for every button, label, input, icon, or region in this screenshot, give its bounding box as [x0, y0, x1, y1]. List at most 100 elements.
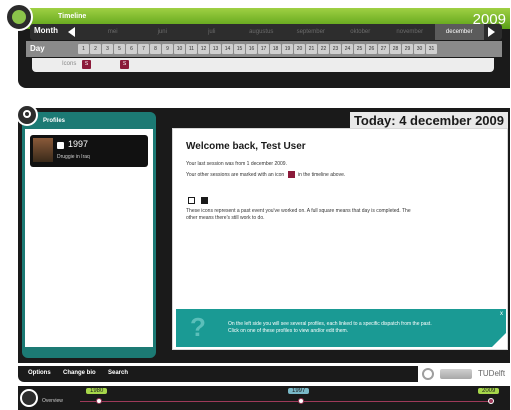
day-item[interactable]: 29 — [402, 44, 413, 54]
day-item[interactable]: 30 — [414, 44, 425, 54]
month-item[interactable]: november — [385, 24, 435, 40]
other-sessions-text-b: in the timeline above. — [297, 171, 346, 178]
profiles-title: Profiles — [43, 118, 66, 124]
day-item[interactable]: 9 — [162, 44, 173, 54]
profile-card[interactable]: 1997 Druggie in Iraq — [30, 135, 148, 167]
other-sessions-text: Your other sessions are marked with an i… — [186, 171, 345, 178]
today-header: Today: 4 december 2009 — [349, 112, 508, 129]
overview-marker[interactable] — [298, 398, 304, 404]
month-item-active[interactable]: december — [434, 24, 484, 40]
help-note-line-2: Click on one of these profiles to view a… — [228, 328, 349, 334]
day-item[interactable]: 13 — [210, 44, 221, 54]
icons-explain-2: other means there's still work to do. — [186, 215, 265, 221]
bottom-toolbar: Options Change bio Search TUDelft — [18, 366, 510, 382]
overview-marker-current[interactable] — [488, 398, 494, 404]
month-item[interactable]: juni — [138, 24, 188, 40]
day-item[interactable]: 2 — [90, 44, 101, 54]
profile-subtitle: Druggie in Iraq — [57, 154, 90, 160]
day-item[interactable]: 8 — [150, 44, 161, 54]
prev-month-arrow-icon[interactable] — [68, 27, 75, 37]
day-list: 1234567891011121314151617181920212223242… — [78, 44, 437, 168]
event-icons-pair — [186, 197, 210, 204]
day-item[interactable]: 18 — [270, 44, 281, 54]
session-icon[interactable]: S — [82, 60, 91, 69]
month-row: Month mei juni juli augustus september o… — [30, 24, 502, 40]
session-icon — [287, 171, 295, 178]
day-item[interactable]: 5 — [114, 44, 125, 54]
day-item[interactable]: 23 — [330, 44, 341, 54]
toolbar-logos: TUDelft — [418, 366, 510, 382]
day-item[interactable]: 31 — [426, 44, 437, 54]
month-item[interactable]: oktober — [336, 24, 386, 40]
overview-tag-2009[interactable]: 2009 — [478, 388, 500, 394]
overview-icon[interactable] — [20, 389, 38, 407]
session-icon[interactable]: S — [120, 60, 129, 69]
day-item[interactable]: 10 — [174, 44, 185, 54]
day-item[interactable]: 7 — [138, 44, 149, 54]
day-item[interactable]: 20 — [294, 44, 305, 54]
day-item[interactable]: 25 — [354, 44, 365, 54]
overview-line — [80, 401, 492, 402]
timeline-logo-icon — [5, 3, 33, 31]
profiles-header: Profiles — [25, 115, 153, 129]
search-button[interactable]: Search — [108, 370, 128, 376]
month-item[interactable]: mei — [88, 24, 138, 40]
day-item[interactable]: 12 — [198, 44, 209, 54]
profile-avatar-icon — [16, 104, 38, 126]
overview-bar: Overview 1980 1997 2009 — [18, 386, 510, 410]
overview-marker[interactable] — [96, 398, 102, 404]
profile-photo — [33, 138, 53, 162]
change-bio-button[interactable]: Change bio — [63, 370, 96, 376]
question-mark-icon: ? — [190, 312, 206, 342]
month-list: mei juni juli augustus september oktober… — [88, 24, 484, 40]
close-icon[interactable]: x — [500, 311, 503, 317]
day-item[interactable]: 3 — [102, 44, 113, 54]
month-item[interactable]: augustus — [237, 24, 287, 40]
profile-check-icon — [57, 142, 64, 149]
icons-label: Icons — [62, 61, 77, 67]
overview-tag-1980[interactable]: 1980 — [86, 388, 108, 394]
app-root: Timeline 2009 Month mei juni juli august… — [0, 0, 511, 410]
overview-tag-1997[interactable]: 1997 — [288, 388, 310, 394]
day-item[interactable]: 27 — [378, 44, 389, 54]
day-item[interactable]: 16 — [246, 44, 257, 54]
welcome-title: Welcome back, Test User — [186, 141, 306, 152]
help-note-text: On the left side you will see several pr… — [228, 321, 432, 335]
day-item[interactable]: 21 — [306, 44, 317, 54]
day-item[interactable]: 11 — [186, 44, 197, 54]
profiles-footer — [25, 347, 153, 355]
day-item[interactable]: 28 — [390, 44, 401, 54]
day-item[interactable]: 24 — [342, 44, 353, 54]
month-item[interactable]: juli — [187, 24, 237, 40]
profile-year: 1997 — [68, 139, 89, 149]
day-item[interactable]: 14 — [222, 44, 233, 54]
day-item[interactable]: 17 — [258, 44, 269, 54]
day-item[interactable]: 15 — [234, 44, 245, 54]
month-label: Month — [34, 26, 58, 35]
profiles-panel: Profiles 1997 Druggie in Iraq — [22, 112, 156, 358]
welcome-panel: Welcome back, Test User Your last sessio… — [172, 128, 508, 350]
day-item[interactable]: 6 — [126, 44, 137, 54]
partner-logo — [440, 369, 472, 379]
day-item[interactable]: 19 — [282, 44, 293, 54]
icons-explain-1: These icons represent a past event you'v… — [186, 208, 411, 214]
icons-row: Icons S S — [32, 58, 494, 72]
options-button[interactable]: Options — [28, 370, 51, 376]
overview-label: Overview — [42, 398, 63, 404]
day-row: Day 123456789101112131415161718192021222… — [26, 41, 502, 168]
day-item[interactable]: 1 — [78, 44, 89, 54]
day-item[interactable]: 22 — [318, 44, 329, 54]
tudelft-logo: TUDelft — [478, 369, 506, 378]
last-session-text: Your last session was from 1 december 20… — [186, 161, 287, 167]
help-note-line-1: On the left side you will see several pr… — [228, 321, 432, 327]
help-note: ? On the left side you will see several … — [176, 309, 506, 347]
open-square-icon — [188, 197, 195, 204]
day-item[interactable]: 26 — [366, 44, 377, 54]
page-curl-icon — [492, 333, 506, 347]
other-sessions-text-a: Your other sessions are marked with an i… — [186, 171, 285, 178]
day-label: Day — [30, 44, 45, 53]
month-item[interactable]: september — [286, 24, 336, 40]
full-square-icon — [201, 197, 208, 204]
settings-gear-icon[interactable] — [422, 368, 434, 380]
next-month-arrow-icon[interactable] — [488, 27, 495, 37]
